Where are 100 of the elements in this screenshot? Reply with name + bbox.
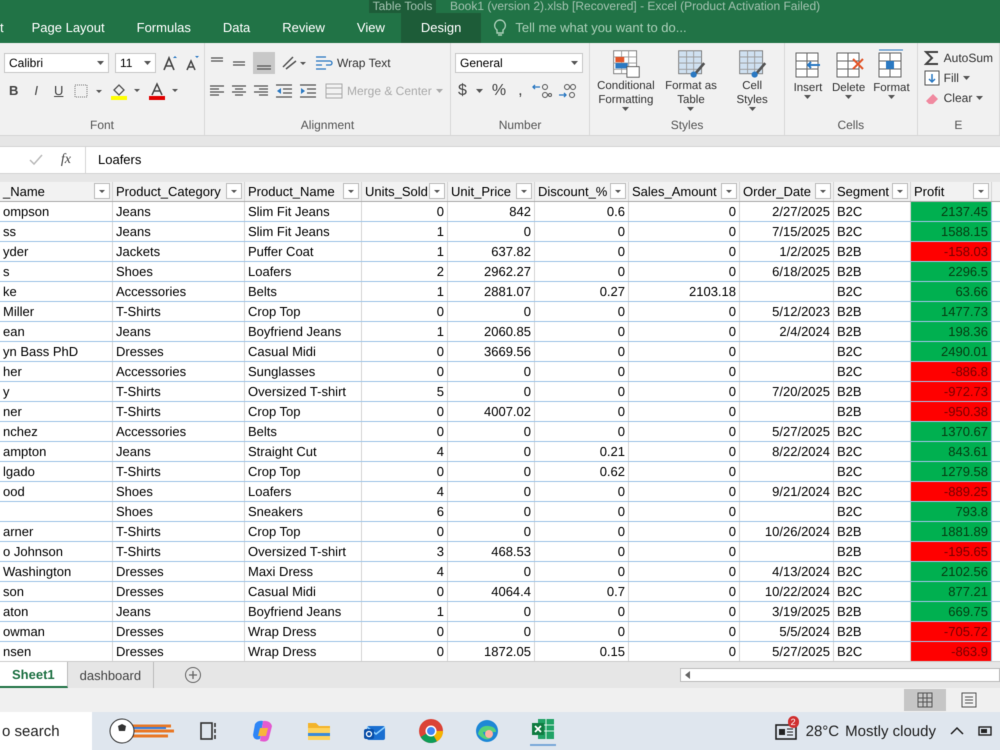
decrease-decimal-icon[interactable]: [558, 82, 578, 100]
table-cell: Miller: [0, 302, 113, 321]
filter-dropdown-icon[interactable]: [610, 183, 626, 200]
table-cell: Sunglasses: [245, 362, 362, 381]
table-cell: 0: [535, 262, 629, 281]
ribbon-tab[interactable]: Review: [266, 12, 341, 43]
profit-cell: -158.03: [911, 242, 992, 261]
sheet-tab[interactable]: Sheet1: [0, 662, 68, 688]
grow-font-icon[interactable]: [162, 54, 178, 71]
ribbon-button[interactable]: Format: [870, 48, 913, 99]
table-cell: 0: [535, 242, 629, 261]
filter-dropdown-icon[interactable]: [429, 183, 445, 200]
shrink-font-icon[interactable]: [184, 54, 200, 71]
autosum-button[interactable]: AutoSum: [922, 48, 995, 67]
ribbon-tab[interactable]: Data: [206, 12, 266, 43]
tell-me-field[interactable]: Tell me what you want to do...: [513, 19, 738, 36]
ribbon-button[interactable]: Format as Table: [660, 48, 722, 111]
font-color-icon[interactable]: [148, 82, 180, 100]
table-cell: yn Bass PhD: [0, 342, 113, 361]
formula-input[interactable]: Loafers: [86, 146, 154, 173]
decrease-indent-icon[interactable]: [275, 84, 293, 98]
filter-dropdown-icon[interactable]: [973, 183, 989, 200]
filter-dropdown-icon[interactable]: [94, 183, 110, 200]
table-cell: Straight Cut: [245, 442, 362, 461]
column-header: Profit: [911, 182, 992, 201]
sigma-icon: [924, 50, 940, 66]
caret-icon[interactable]: [476, 88, 483, 93]
align-center-icon[interactable]: [231, 84, 247, 98]
table-cell: 0: [448, 562, 535, 581]
filter-dropdown-icon[interactable]: [892, 183, 908, 200]
filter-dropdown-icon[interactable]: [343, 183, 359, 200]
align-left-icon[interactable]: [209, 84, 225, 98]
edge-icon[interactable]: [474, 718, 500, 744]
horizontal-scrollbar[interactable]: [680, 668, 1000, 682]
table-cell: 842: [448, 202, 535, 221]
taskbar-search[interactable]: o search: [0, 712, 92, 750]
table-cell: ompson: [0, 202, 113, 221]
ribbon-tab[interactable]: t: [0, 12, 16, 43]
table-cell: Maxi Dress: [245, 562, 362, 581]
italic-button[interactable]: I: [29, 81, 44, 100]
table-cell: 1: [362, 242, 448, 261]
table-cell: 0: [629, 522, 740, 541]
caret-icon: [804, 94, 812, 99]
ribbon-tab[interactable]: View: [340, 12, 401, 43]
table-cell: 0: [629, 442, 740, 461]
caret-icon: [748, 106, 756, 111]
currency-button[interactable]: $: [454, 82, 470, 100]
filter-dropdown-icon[interactable]: [815, 183, 831, 200]
table-cell: 0: [448, 462, 535, 481]
ribbon-tab[interactable]: Design: [400, 12, 482, 43]
increase-decimal-icon[interactable]: [532, 82, 552, 100]
table-cell: Wrap Dress: [245, 622, 362, 641]
profit-cell: 1881.89: [911, 522, 992, 541]
ribbon-button[interactable]: Conditional Formatting: [594, 48, 658, 111]
battery-icon: [978, 725, 994, 737]
number-format-field[interactable]: General: [454, 52, 583, 73]
wrap-text-button[interactable]: Wrap Text: [313, 54, 393, 71]
chevron-up-icon[interactable]: [950, 726, 964, 736]
align-bottom-icon[interactable]: [253, 52, 275, 74]
font-size-field[interactable]: 11: [114, 52, 156, 73]
filter-dropdown-icon[interactable]: [721, 183, 737, 200]
orientation-icon[interactable]: [281, 54, 307, 71]
bold-button[interactable]: B: [4, 81, 24, 100]
ribbon-button[interactable]: Delete: [828, 48, 868, 99]
chrome-icon[interactable]: [418, 718, 444, 744]
spreadsheet-app-icon[interactable]: [530, 716, 556, 746]
table-cell: arner: [0, 522, 113, 541]
scroll-left-icon[interactable]: [684, 671, 692, 680]
table-cell: 1: [362, 282, 448, 301]
table-cell: son: [0, 582, 113, 601]
profit-cell: 1279.58: [911, 462, 992, 481]
table-cell: 3669.56: [448, 342, 535, 361]
increase-indent-icon[interactable]: [299, 84, 317, 98]
table-cell: Crop Top: [245, 302, 362, 321]
table-cell: Shoes: [113, 502, 245, 521]
fill-button[interactable]: Fill: [922, 68, 995, 87]
percent-button[interactable]: %: [488, 82, 510, 100]
table-cell: 2060.85: [448, 322, 535, 341]
align-right-icon[interactable]: [253, 84, 269, 98]
table-cell: 8/22/2024: [740, 442, 834, 461]
filter-dropdown-icon[interactable]: [516, 183, 532, 200]
ribbon-tab[interactable]: Page Layout: [16, 12, 121, 43]
clear-button[interactable]: Clear: [922, 88, 995, 107]
column-header: Segment: [834, 182, 911, 201]
insert-function-button[interactable]: fx: [60, 152, 71, 168]
filter-dropdown-icon[interactable]: [226, 183, 242, 200]
normal-view-icon[interactable]: [904, 689, 946, 712]
borders-icon[interactable]: [74, 82, 104, 99]
comma-button[interactable]: ,: [515, 82, 526, 100]
font-name-field[interactable]: Calibri: [4, 52, 109, 73]
fill-color-icon[interactable]: [110, 82, 142, 100]
check-icon[interactable]: [28, 154, 43, 166]
ribbon-button[interactable]: Insert: [788, 48, 827, 99]
ribbon-tab[interactable]: Formulas: [120, 12, 207, 43]
add-sheet-icon[interactable]: [184, 666, 202, 684]
table-cell: 0: [448, 302, 535, 321]
table-cell: 0: [535, 362, 629, 381]
underline-button[interactable]: U: [49, 81, 68, 100]
table-cell: Jeans: [113, 442, 245, 461]
ribbon-button[interactable]: Cell Styles: [724, 48, 780, 111]
